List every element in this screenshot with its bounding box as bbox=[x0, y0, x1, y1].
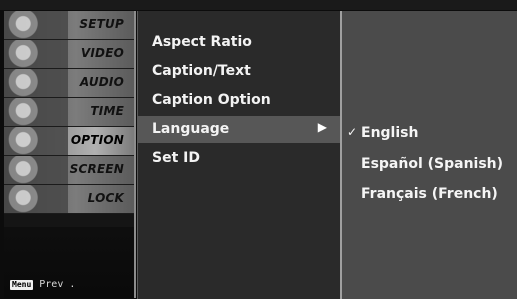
option-item-caption-text[interactable]: Caption/Text bbox=[138, 58, 341, 85]
top-bar bbox=[0, 0, 517, 10]
menu-item-option[interactable]: OPTION bbox=[4, 127, 134, 156]
menu-prev-hint: Menu Prev . bbox=[10, 279, 75, 290]
language-option-english[interactable]: ✓ English bbox=[347, 125, 419, 141]
language-option-spanish[interactable]: Español (Spanish) bbox=[361, 156, 503, 172]
option-item-label: Aspect Ratio bbox=[152, 34, 252, 50]
menu-item-setup[interactable]: SETUP bbox=[4, 11, 134, 40]
option-item-label: Caption Option bbox=[152, 92, 271, 108]
menu-item-audio[interactable]: AUDIO bbox=[4, 69, 134, 98]
lock-thumbnail-icon bbox=[4, 185, 68, 213]
checkmark-icon: ✓ bbox=[347, 125, 358, 139]
menu-item-video[interactable]: VIDEO bbox=[4, 40, 134, 69]
option-item-label: Language bbox=[152, 121, 230, 137]
language-option-label: Español (Spanish) bbox=[361, 156, 504, 172]
prev-label: Prev . bbox=[39, 279, 76, 290]
menu-item-screen[interactable]: SCREEN bbox=[4, 156, 134, 185]
option-thumbnail-icon bbox=[4, 127, 68, 155]
menu-item-label: VIDEO bbox=[80, 46, 124, 60]
language-submenu-panel: ✓ English Español (Spanish) Français (Fr… bbox=[342, 11, 517, 299]
setup-thumbnail-icon bbox=[4, 11, 68, 39]
menu-item-label: OPTION bbox=[70, 133, 124, 147]
menu-item-lock[interactable]: LOCK bbox=[4, 185, 134, 214]
menu-key-label: Menu bbox=[10, 279, 34, 290]
screen-thumbnail-icon bbox=[4, 156, 68, 184]
option-item-caption-option[interactable]: Caption Option bbox=[138, 87, 341, 114]
menu-item-label: SCREEN bbox=[69, 162, 124, 176]
language-option-french[interactable]: Français (French) bbox=[361, 186, 498, 202]
option-item-label: Caption/Text bbox=[152, 63, 251, 79]
menu-item-label: LOCK bbox=[87, 191, 124, 205]
tv-osd-screen: SETUP VIDEO AUDIO TIME OPTION SCREEN LOC… bbox=[0, 0, 517, 299]
menu-item-label: TIME bbox=[90, 104, 124, 118]
option-item-language[interactable]: Language ▶ bbox=[138, 116, 341, 143]
menu-item-label: AUDIO bbox=[79, 75, 124, 89]
option-menu-panel: Aspect Ratio Caption/Text Caption Option… bbox=[137, 11, 341, 299]
submenu-arrow-icon: ▶ bbox=[317, 120, 327, 134]
video-thumbnail-icon bbox=[4, 40, 68, 68]
option-item-label: Set ID bbox=[152, 150, 200, 166]
option-item-set-id[interactable]: Set ID bbox=[138, 145, 341, 172]
main-menu-sidebar: SETUP VIDEO AUDIO TIME OPTION SCREEN LOC… bbox=[4, 11, 136, 298]
menu-item-label: SETUP bbox=[79, 17, 124, 31]
time-thumbnail-icon bbox=[4, 98, 68, 126]
language-option-label: English bbox=[361, 125, 419, 141]
option-item-aspect-ratio[interactable]: Aspect Ratio bbox=[138, 29, 341, 56]
language-option-label: Français (French) bbox=[361, 186, 498, 202]
menu-item-time[interactable]: TIME bbox=[4, 98, 134, 127]
audio-thumbnail-icon bbox=[4, 69, 68, 97]
